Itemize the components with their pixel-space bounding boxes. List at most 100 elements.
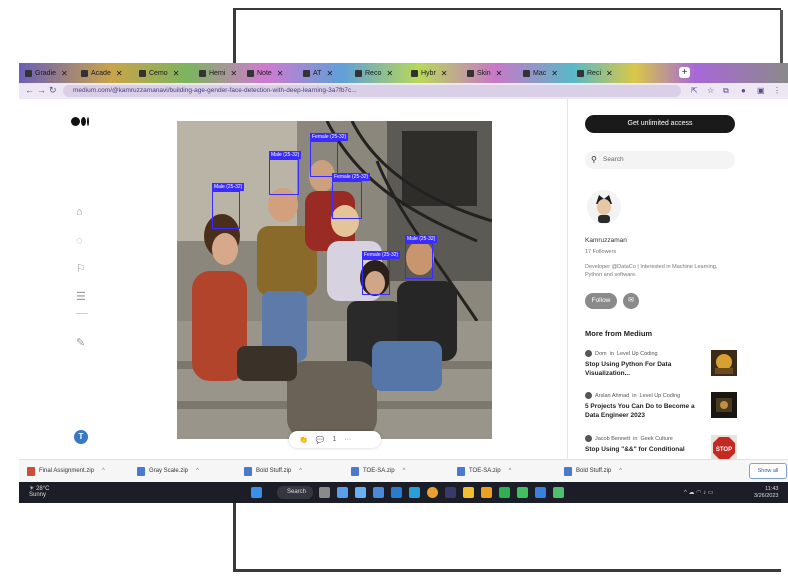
- extension-icon[interactable]: ⧉: [723, 86, 729, 96]
- chevron-up-icon[interactable]: ^: [299, 468, 302, 474]
- clock[interactable]: 11:43 3/26/2023: [754, 486, 778, 500]
- search-input[interactable]: ⚲ Search: [585, 151, 735, 169]
- menu-dots-icon[interactable]: ⋮: [773, 86, 781, 95]
- story-title[interactable]: Stop Using "&&" for Conditional: [585, 445, 705, 454]
- clap-icon[interactable]: 👏: [299, 436, 308, 444]
- reload-icon[interactable]: ↻: [49, 85, 57, 96]
- app-icon[interactable]: [553, 487, 564, 498]
- tab-6[interactable]: AT ✕: [303, 66, 351, 80]
- new-tab-button[interactable]: +: [679, 67, 690, 78]
- start-windows-icon[interactable]: [251, 487, 262, 498]
- svg-text:STOP: STOP: [716, 447, 732, 453]
- tab-8[interactable]: Hybr ✕: [411, 66, 463, 80]
- show-all-button[interactable]: Show all: [749, 463, 787, 479]
- tab-9[interactable]: Skin ✕: [467, 66, 519, 80]
- story-title[interactable]: Stop Using Python For Data Visualization…: [585, 360, 705, 378]
- close-icon[interactable]: ✕: [61, 69, 68, 78]
- medium-logo-icon[interactable]: [71, 117, 89, 126]
- url-input[interactable]: medium.com/@kamruzzamanavi/building-age-…: [63, 85, 681, 97]
- author-avatar[interactable]: [587, 190, 621, 224]
- tab-7[interactable]: Reco ✕: [355, 66, 407, 80]
- author-name[interactable]: Kamruzzaman: [585, 237, 627, 244]
- system-tray[interactable]: ^ ☁ ◠ ♪ ▭: [684, 489, 713, 496]
- edge-icon[interactable]: [409, 487, 420, 498]
- download-item[interactable]: TOE-SA.zip ^: [351, 463, 405, 479]
- close-icon[interactable]: ✕: [277, 69, 284, 78]
- close-icon[interactable]: ✕: [230, 69, 237, 78]
- app-icon[interactable]: [517, 487, 528, 498]
- download-item[interactable]: TOE-SA.zip ^: [457, 463, 511, 479]
- download-item[interactable]: Bold Stuff.zip ^: [564, 463, 622, 479]
- taskbar-search[interactable]: Search: [277, 486, 313, 499]
- chevron-up-icon[interactable]: ^: [102, 468, 105, 474]
- tab-4[interactable]: Hemi ✕: [199, 66, 244, 80]
- follow-button[interactable]: Follow: [585, 293, 617, 309]
- story-thumbnail[interactable]: STOP: [711, 435, 737, 461]
- notifications-bell-icon[interactable]: ◌: [76, 235, 83, 247]
- app-icon[interactable]: [481, 487, 492, 498]
- file-explorer-icon[interactable]: [355, 487, 366, 498]
- detection-box: Female (25-32): [332, 173, 371, 219]
- close-icon[interactable]: ✕: [496, 69, 503, 78]
- story-thumbnail[interactable]: [711, 350, 737, 376]
- app-icon[interactable]: [445, 487, 456, 498]
- detection-box: Male (25-32): [269, 151, 302, 195]
- task-view-icon[interactable]: [319, 487, 330, 498]
- close-icon[interactable]: ✕: [551, 69, 558, 78]
- widgets-icon[interactable]: [337, 487, 348, 498]
- home-icon[interactable]: ⌂: [76, 206, 83, 218]
- chevron-up-icon[interactable]: ^: [619, 468, 622, 474]
- download-item[interactable]: Final Assignment.zip ^: [27, 463, 105, 479]
- detection-label: Male (25-32): [212, 183, 245, 191]
- sidepanel-icon[interactable]: ▣: [757, 86, 765, 95]
- chevron-up-icon[interactable]: ^: [509, 468, 512, 474]
- app-icon[interactable]: [499, 487, 510, 498]
- tab-11[interactable]: Reci ✕: [577, 66, 629, 80]
- author-avatar: [585, 392, 592, 399]
- story-title[interactable]: 5 Projects You Can Do to Become a Data E…: [585, 402, 705, 420]
- store-icon[interactable]: [391, 487, 402, 498]
- user-avatar[interactable]: T: [74, 430, 88, 444]
- close-icon[interactable]: ✕: [326, 69, 333, 78]
- download-item[interactable]: Bold Stuff.zip ^: [244, 463, 302, 479]
- settings-gear-icon[interactable]: [373, 487, 384, 498]
- chevron-up-icon[interactable]: ^: [196, 468, 199, 474]
- weather-widget[interactable]: ☀ 28°C Sunny: [29, 486, 49, 498]
- battery-icon[interactable]: ▭: [708, 490, 714, 496]
- close-icon[interactable]: ✕: [606, 69, 613, 78]
- bookmark-star-icon[interactable]: ☆: [707, 86, 714, 95]
- write-icon[interactable]: ✎: [76, 336, 85, 349]
- subscribe-mail-icon[interactable]: ✉: [623, 293, 639, 309]
- comment-icon[interactable]: 💬: [316, 436, 325, 444]
- wifi-icon[interactable]: ◠: [696, 490, 701, 496]
- back-arrow-icon[interactable]: ←: [25, 85, 34, 95]
- volume-icon[interactable]: ♪: [703, 490, 706, 496]
- tab-3[interactable]: Cemo ✕: [139, 66, 194, 80]
- share-icon[interactable]: ⇱: [691, 86, 698, 95]
- author-bio: Developer @DataCo | Interested in Machin…: [585, 264, 718, 278]
- story-thumbnail[interactable]: [711, 392, 737, 418]
- folder-icon[interactable]: [463, 487, 474, 498]
- close-icon[interactable]: ✕: [386, 69, 393, 78]
- chevron-up-icon[interactable]: ^: [403, 468, 406, 474]
- address-bar: ← → ↻ medium.com/@kamruzzamanavi/buildin…: [19, 83, 788, 99]
- close-icon[interactable]: ✕: [441, 69, 448, 78]
- close-icon[interactable]: ✕: [116, 69, 123, 78]
- tab-5[interactable]: Note ✕: [247, 66, 299, 80]
- tab-1[interactable]: Gradie ✕: [25, 66, 75, 80]
- close-icon[interactable]: ✕: [173, 69, 180, 78]
- chrome-icon[interactable]: [427, 487, 438, 498]
- favicon-icon: [81, 69, 88, 77]
- tab-2[interactable]: Acade ✕: [81, 66, 133, 80]
- forward-arrow-icon[interactable]: →: [37, 85, 46, 95]
- more-dots-icon[interactable]: ···: [344, 436, 351, 443]
- comment-count: 1: [332, 436, 337, 443]
- stories-icon[interactable]: ☰: [76, 290, 86, 303]
- profile-icon[interactable]: ●: [741, 86, 746, 95]
- download-item[interactable]: Gray Scale.zip ^: [137, 463, 199, 479]
- chevron-up-icon[interactable]: ^: [684, 490, 687, 496]
- tab-10[interactable]: Mac ✕: [523, 66, 573, 80]
- bookmark-icon[interactable]: ⚐: [76, 262, 86, 275]
- app-icon[interactable]: [535, 487, 546, 498]
- get-unlimited-access-button[interactable]: Get unlimited access: [585, 115, 735, 133]
